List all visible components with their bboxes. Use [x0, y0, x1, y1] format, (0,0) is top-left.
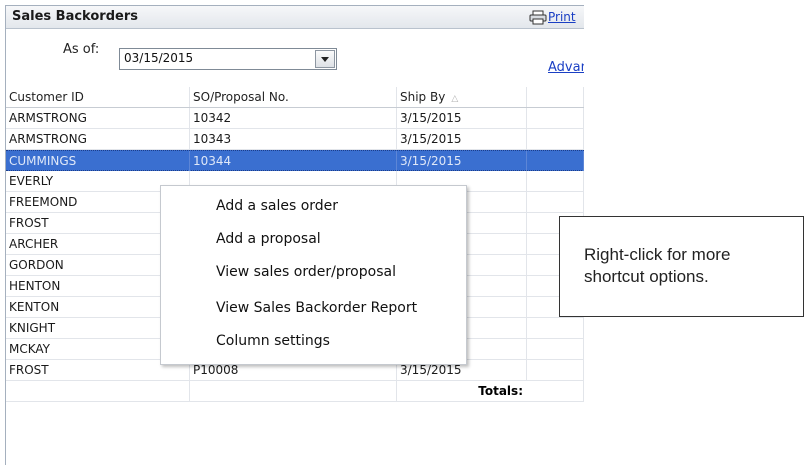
cell-empty: [527, 129, 584, 149]
menu-item-column-settings[interactable]: Column settings: [216, 333, 330, 349]
cell-empty: [527, 171, 584, 191]
as-of-filter-row: As of: 03/15/2015 Advanced: [6, 29, 584, 75]
cell-ship-by: 3/15/2015: [397, 108, 527, 128]
column-header-empty[interactable]: [527, 87, 584, 107]
cell-empty: [527, 108, 584, 128]
as-of-date-value: 03/15/2015: [124, 51, 194, 65]
table-row[interactable]: ARMSTRONG 10343 3/15/2015: [6, 129, 584, 150]
cell-ship-by: 3/15/2015: [397, 151, 527, 171]
panel-titlebar: Sales Backorders Print: [6, 5, 584, 29]
cell-customer-id: CUMMINGS: [6, 151, 190, 171]
chevron-down-icon: [321, 57, 329, 62]
cell-so-number: 10343: [190, 129, 397, 149]
cell-empty: [527, 318, 584, 338]
sort-ascending-icon: △: [451, 94, 459, 104]
print-link[interactable]: Print: [548, 10, 576, 24]
cell-empty: [527, 339, 584, 359]
as-of-label: As of:: [63, 42, 100, 57]
totals-label: Totals:: [478, 384, 523, 398]
totals-row: Totals:: [6, 381, 584, 402]
callout-line: Right-click for more: [584, 245, 731, 264]
column-header-so-proposal-no[interactable]: SO/Proposal No.: [190, 87, 397, 107]
callout-line: shortcut options.: [584, 267, 709, 286]
as-of-date-select[interactable]: 03/15/2015: [119, 48, 337, 70]
column-header-label: Customer ID: [9, 90, 84, 104]
menu-item-add-sales-order[interactable]: Add a sales order: [216, 198, 338, 214]
cell-customer-id: ARMSTRONG: [6, 108, 190, 128]
cell-so-number: 10342: [190, 108, 397, 128]
advanced-link[interactable]: Advanced: [548, 60, 584, 75]
cell-ship-by: 3/15/2015: [397, 129, 527, 149]
cell-customer-id: ARMSTRONG: [6, 129, 190, 149]
cell-empty: [527, 381, 584, 401]
table-header-row: Customer ID SO/Proposal No. Ship By △: [6, 87, 584, 108]
cell-empty: [527, 360, 584, 380]
context-menu: Add a sales order Add a proposal View sa…: [160, 185, 467, 365]
cell-empty: [527, 151, 584, 171]
column-header-label: SO/Proposal No.: [193, 90, 289, 104]
cell-so-number: 10344: [190, 151, 397, 171]
column-header-ship-by[interactable]: Ship By △: [397, 87, 527, 107]
menu-item-view-sales-backorder-report[interactable]: View Sales Backorder Report: [216, 300, 417, 316]
table-row-selected[interactable]: CUMMINGS 10344 3/15/2015: [6, 150, 584, 171]
menu-item-add-proposal[interactable]: Add a proposal: [216, 231, 321, 247]
callout-text: Right-click for more shortcut options.: [584, 244, 730, 288]
callout-box: Right-click for more shortcut options.: [559, 216, 804, 317]
table-row[interactable]: ARMSTRONG 10342 3/15/2015: [6, 108, 584, 129]
cell-empty: [190, 381, 397, 401]
menu-item-view-sales-order-proposal[interactable]: View sales order/proposal: [216, 264, 396, 280]
column-header-customer-id[interactable]: Customer ID: [6, 87, 190, 107]
cell-empty: [527, 192, 584, 212]
panel-title: Sales Backorders: [12, 9, 138, 24]
column-header-label: Ship By: [400, 90, 446, 104]
cell-empty: [6, 381, 190, 401]
printer-icon[interactable]: [529, 10, 547, 25]
date-dropdown-button[interactable]: [315, 50, 335, 68]
